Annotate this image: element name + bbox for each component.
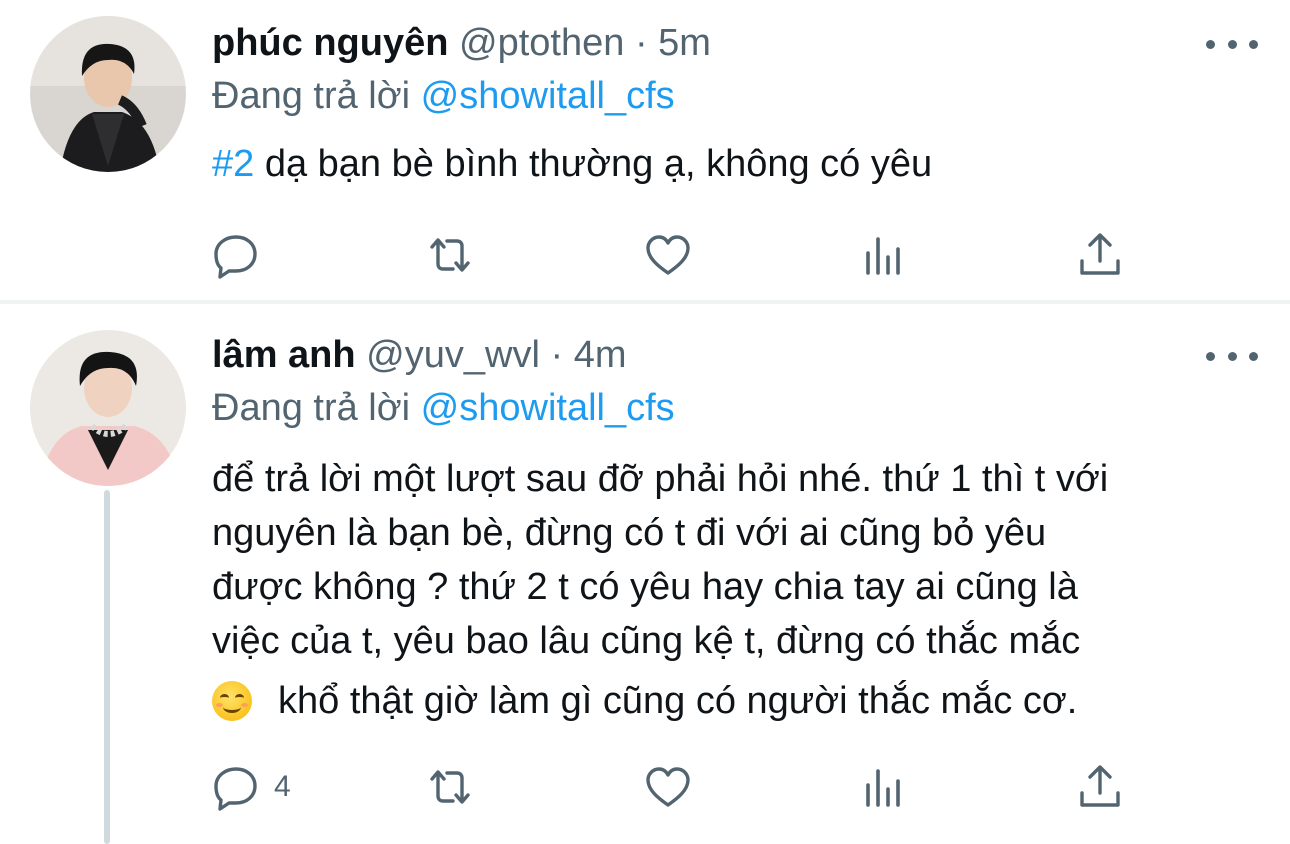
- hashtag-link[interactable]: #2: [212, 143, 254, 185]
- analytics-button[interactable]: [860, 230, 908, 280]
- timestamp[interactable]: 4m: [574, 334, 627, 376]
- share-icon: [1080, 233, 1120, 275]
- reply-icon: [214, 235, 257, 279]
- like-icon: [646, 767, 690, 807]
- retweet-button[interactable]: [426, 230, 474, 280]
- like-button[interactable]: [644, 230, 692, 280]
- tweet-text-emoji-line: khổ thật giờ làm gì cũng có người thắc m…: [278, 680, 1078, 722]
- tweet-header: lâm anh @yuv_wvl · 4m: [212, 332, 626, 378]
- retweet-icon: [430, 770, 470, 804]
- reply-count: 4: [274, 770, 291, 803]
- display-name[interactable]: lâm anh: [212, 334, 356, 376]
- timestamp[interactable]: 5m: [658, 22, 711, 64]
- smiling-face-emoji: [212, 681, 252, 721]
- like-button[interactable]: [644, 762, 692, 812]
- user-handle[interactable]: @yuv_wvl: [366, 334, 540, 376]
- display-name[interactable]: phúc nguyên: [212, 22, 448, 64]
- dot-separator: ·: [550, 334, 564, 376]
- tweet[interactable]: lâm anh @yuv_wvl · 4m Đang trả lời @show…: [0, 304, 1290, 844]
- share-icon: [1080, 765, 1120, 807]
- avatar[interactable]: [30, 330, 186, 486]
- retweet-button[interactable]: [426, 762, 474, 812]
- tweet-header: phúc nguyên @ptothen · 5m: [212, 20, 711, 66]
- dot-separator: ·: [634, 22, 648, 64]
- more-icon[interactable]: [1206, 346, 1258, 366]
- tweet-text: để trả lời một lượt sau đỡ phải hỏi nhé.…: [212, 452, 1108, 728]
- action-bar: 4: [212, 762, 1132, 812]
- reply-button[interactable]: 4: [212, 762, 291, 812]
- tweet-text-line: việc của t, yêu bao lâu cũng kệ t, đừng …: [212, 620, 1081, 662]
- tweet[interactable]: phúc nguyên @ptothen · 5m Đang trả lời @…: [0, 0, 1290, 300]
- analytics-icon: [866, 237, 900, 275]
- replying-to: Đang trả lời @showitall_cfs: [212, 385, 675, 431]
- action-bar: [212, 230, 1132, 280]
- like-icon: [646, 235, 690, 275]
- tweet-text: #2 dạ bạn bè bình thường ạ, không có yêu: [212, 137, 932, 191]
- replying-to-prefix: Đang trả lời: [212, 387, 411, 429]
- share-button[interactable]: [1076, 230, 1124, 280]
- user-handle[interactable]: @ptothen: [459, 22, 624, 64]
- analytics-button[interactable]: [860, 762, 908, 812]
- tweet-text-line: để trả lời một lượt sau đỡ phải hỏi nhé.…: [212, 458, 1109, 500]
- avatar-image: [30, 16, 186, 172]
- tweet-text-line: được không ? thứ 2 t có yêu hay chia tay…: [212, 566, 1078, 608]
- replying-to-link[interactable]: @showitall_cfs: [421, 387, 675, 429]
- tweet-text-line: nguyên là bạn bè, đừng có t đi với ai cũ…: [212, 512, 1047, 554]
- thread-line: [104, 490, 110, 844]
- tweet-text-line: khổ thật giờ làm gì cũng có người thắc m…: [212, 674, 1108, 728]
- replying-to-link[interactable]: @showitall_cfs: [421, 75, 675, 117]
- share-button[interactable]: [1076, 762, 1124, 812]
- replying-to-prefix: Đang trả lời: [212, 75, 411, 117]
- tweet-text-content: dạ bạn bè bình thường ạ, không có yêu: [254, 143, 933, 185]
- more-icon[interactable]: [1206, 34, 1258, 54]
- reply-icon: [214, 767, 257, 811]
- retweet-icon: [430, 238, 470, 272]
- avatar[interactable]: [30, 16, 186, 172]
- replying-to: Đang trả lời @showitall_cfs: [212, 73, 675, 119]
- reply-button[interactable]: [212, 230, 260, 280]
- avatar-image: [30, 330, 186, 486]
- analytics-icon: [866, 769, 900, 807]
